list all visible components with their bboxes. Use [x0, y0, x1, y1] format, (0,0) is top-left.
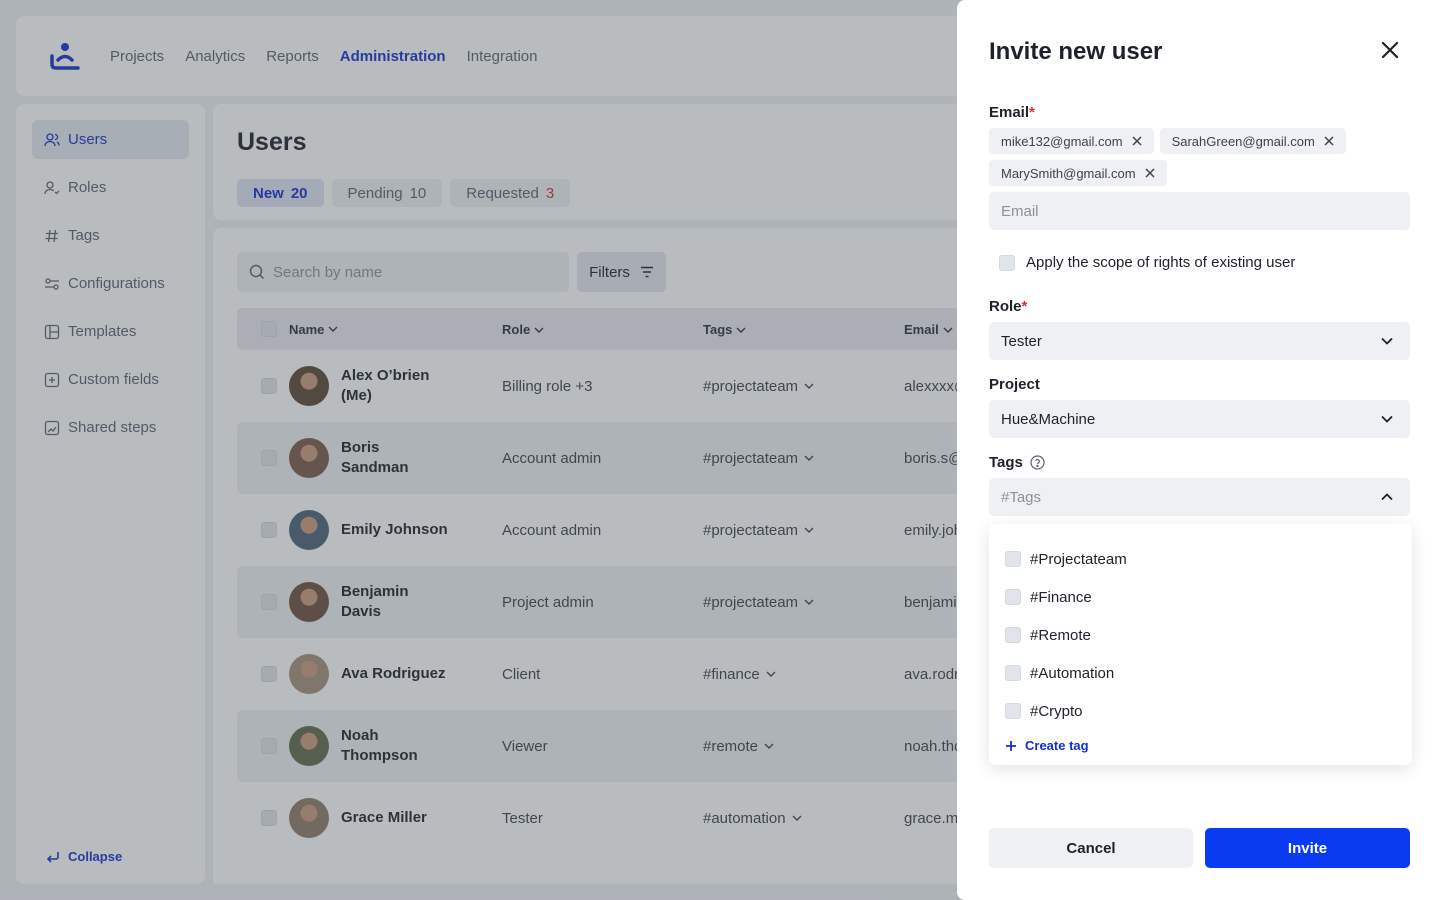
- tags-select[interactable]: #Tags: [989, 478, 1410, 516]
- role-value: Tester: [1001, 332, 1042, 350]
- tag-option-label: #Crypto: [1030, 702, 1083, 720]
- close-icon[interactable]: [1380, 40, 1400, 60]
- tag-option[interactable]: #Finance: [1005, 578, 1396, 616]
- drawer-title: Invite new user: [989, 38, 1163, 65]
- apply-scope-checkbox[interactable]: [999, 254, 1015, 271]
- chevron-down-icon: [1381, 337, 1393, 345]
- role-select[interactable]: Tester: [989, 322, 1410, 360]
- tag-option-checkbox[interactable]: [1005, 627, 1021, 643]
- tags-label: Tags: [989, 454, 1023, 471]
- invite-user-drawer: Invite new user Email* mike132@gmail.com…: [957, 0, 1440, 900]
- remove-icon[interactable]: [1145, 168, 1155, 178]
- help-icon[interactable]: [1030, 455, 1045, 470]
- tag-option-checkbox[interactable]: [1005, 665, 1021, 681]
- tag-option-label: #Automation: [1030, 664, 1115, 682]
- chip-label: mike132@gmail.com: [1001, 133, 1123, 149]
- email-placeholder: Email: [1001, 202, 1039, 220]
- plus-icon: [1006, 740, 1016, 751]
- remove-icon[interactable]: [1324, 136, 1334, 146]
- tag-option[interactable]: #Automation: [1005, 654, 1396, 692]
- project-value: Hue&Machine: [1001, 410, 1096, 428]
- email-input[interactable]: Email: [989, 192, 1410, 230]
- tag-option[interactable]: #Crypto: [1005, 692, 1396, 730]
- cancel-button[interactable]: Cancel: [989, 828, 1193, 868]
- remove-icon[interactable]: [1132, 136, 1142, 146]
- create-tag-label: Create tag: [1025, 738, 1089, 753]
- tags-dropdown: #Projectateam #Finance #Remote #Automation #…: [989, 524, 1412, 765]
- email-chips: mike132@gmail.com SarahGreen@gmail.com M…: [989, 128, 1389, 186]
- chevron-up-icon: [1381, 493, 1393, 501]
- email-chip: mike132@gmail.com: [989, 128, 1154, 154]
- create-tag-button[interactable]: Create tag: [1005, 738, 1396, 753]
- tag-option-label: #Remote: [1030, 626, 1091, 644]
- email-chip: MarySmith@gmail.com: [989, 160, 1167, 186]
- tag-option[interactable]: #Remote: [1005, 616, 1396, 654]
- tag-option-checkbox[interactable]: [1005, 551, 1021, 567]
- apply-scope-label: Apply the scope of rights of existing us…: [1026, 254, 1296, 271]
- chevron-down-icon: [1381, 415, 1393, 423]
- tag-options: #Projectateam #Finance #Remote #Automation #…: [1005, 540, 1396, 730]
- project-select[interactable]: Hue&Machine: [989, 400, 1410, 438]
- email-section: Email* mike132@gmail.com SarahGreen@gmai…: [989, 104, 1389, 186]
- tag-option-label: #Finance: [1030, 588, 1092, 606]
- tags-placeholder: #Tags: [1001, 488, 1042, 506]
- tag-option-label: #Projectateam: [1030, 550, 1127, 568]
- tag-option-checkbox[interactable]: [1005, 589, 1021, 605]
- email-chip: SarahGreen@gmail.com: [1159, 128, 1346, 154]
- chip-label: MarySmith@gmail.com: [1001, 165, 1136, 181]
- tag-option-checkbox[interactable]: [1005, 703, 1021, 719]
- invite-button[interactable]: Invite: [1205, 828, 1410, 868]
- chip-label: SarahGreen@gmail.com: [1171, 133, 1315, 149]
- role-label: Role*: [989, 298, 1028, 315]
- apply-scope-row[interactable]: Apply the scope of rights of existing us…: [999, 254, 1295, 271]
- email-label: Email*: [989, 104, 1035, 121]
- tags-label-row: Tags: [989, 454, 1045, 471]
- tag-option[interactable]: #Projectateam: [1005, 540, 1396, 578]
- project-label: Project: [989, 376, 1040, 393]
